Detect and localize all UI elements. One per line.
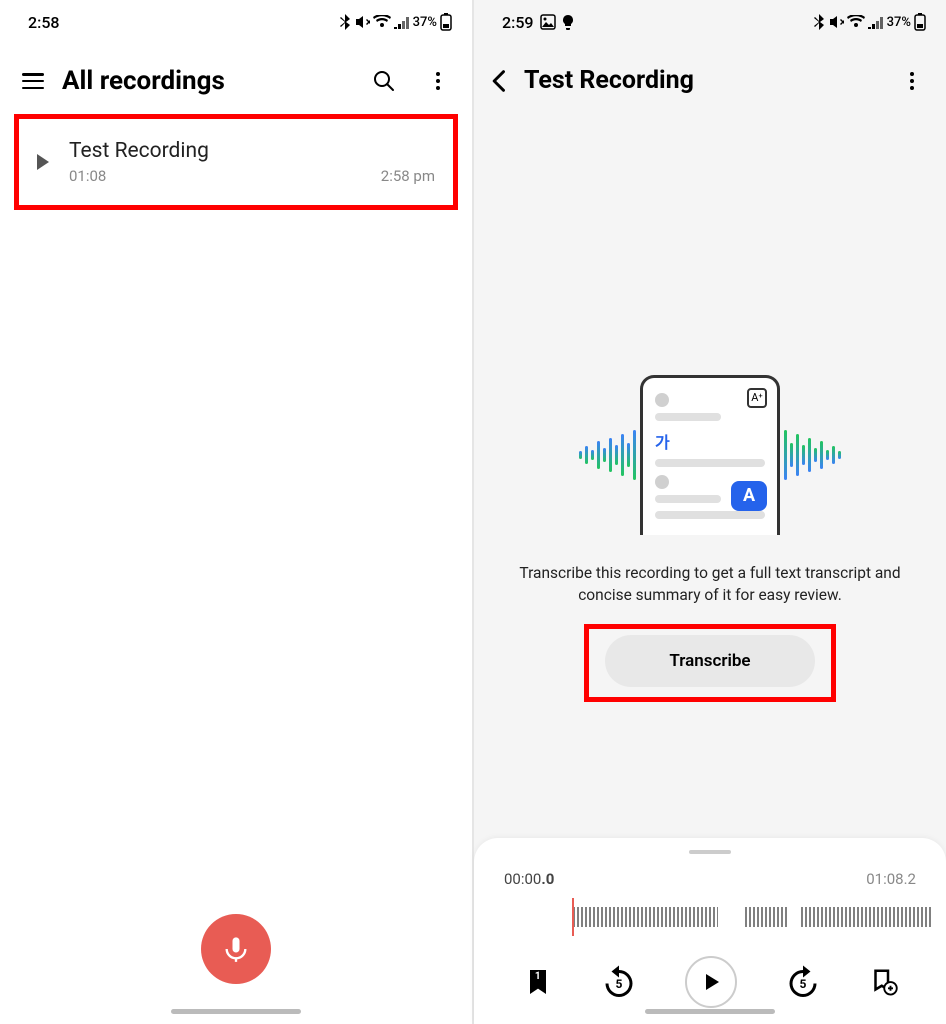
wifi-icon — [373, 15, 391, 29]
transcribe-button[interactable]: Transcribe — [605, 635, 814, 687]
status-icons: 37% — [813, 13, 926, 31]
player-times: 00:00.0 01:08.2 — [474, 870, 946, 888]
highlight-recording-row: Test Recording 01:08 2:58 pm — [14, 114, 458, 210]
bluetooth-icon — [813, 14, 825, 30]
play-icon — [701, 972, 721, 992]
soundwave-left-icon — [579, 430, 636, 480]
wifi-icon — [847, 15, 865, 29]
recording-list-item[interactable]: Test Recording 01:08 2:58 pm — [19, 119, 453, 205]
signal-icon — [868, 15, 884, 29]
translate-badge-icon: A⁺ — [747, 388, 767, 408]
bluetooth-icon — [339, 14, 351, 30]
recording-title: Test Recording — [69, 139, 435, 163]
recording-duration: 01:08 — [69, 167, 106, 185]
status-time: 2:59 — [502, 13, 534, 32]
mic-icon — [222, 935, 250, 963]
more-icon[interactable] — [900, 69, 924, 93]
hangul-letter: 가 — [655, 429, 670, 453]
search-icon[interactable] — [372, 69, 396, 93]
signal-icon — [394, 15, 410, 29]
status-bar: 2:58 37% — [0, 0, 472, 36]
more-icon[interactable] — [426, 69, 450, 93]
status-time: 2:58 — [28, 13, 60, 32]
back-icon[interactable] — [486, 67, 514, 95]
soundwave-right-icon — [784, 430, 841, 480]
document-icon: A⁺ 가 A — [640, 375, 780, 535]
phone-right-detail: 2:59 37% Test Recording A⁺ — [474, 0, 946, 1024]
waveform-scrubber[interactable] — [488, 900, 932, 934]
highlight-transcribe: Transcribe — [584, 624, 835, 702]
battery-icon — [914, 13, 926, 31]
nav-pill[interactable] — [171, 1009, 301, 1014]
record-button[interactable] — [201, 914, 271, 984]
add-bookmark-button[interactable] — [868, 967, 898, 997]
play-icon[interactable] — [29, 149, 55, 175]
recording-info: Test Recording 01:08 2:58 pm — [69, 139, 435, 185]
transcribe-illustration: A⁺ 가 A — [579, 375, 841, 535]
menu-icon[interactable] — [22, 73, 44, 89]
rewind-5-button[interactable]: 5 — [601, 964, 637, 1000]
mute-icon — [354, 14, 370, 30]
total-time: 01:08.2 — [866, 870, 916, 888]
record-fab-area — [0, 914, 472, 984]
bookmark-count: 1 — [531, 970, 545, 984]
nav-pill[interactable] — [645, 1009, 775, 1014]
list-header: All recordings — [0, 36, 472, 114]
svg-text:5: 5 — [616, 977, 623, 991]
page-title: All recordings — [62, 66, 354, 96]
current-time: 00:00.0 — [504, 870, 554, 888]
mute-icon — [828, 14, 844, 30]
play-button[interactable] — [685, 956, 737, 1008]
player-controls: 1 5 5 — [474, 950, 946, 1008]
sheet-grabber[interactable] — [689, 850, 731, 854]
transcribe-description: Transcribe this recording to get a full … — [504, 563, 916, 606]
bookmark-button[interactable]: 1 — [522, 966, 554, 998]
battery-icon — [440, 13, 452, 31]
status-icons: 37% — [339, 13, 452, 31]
playhead — [572, 898, 574, 936]
status-bar: 2:59 37% — [474, 0, 946, 36]
detail-title: Test Recording — [524, 66, 890, 95]
image-notif-icon — [540, 14, 556, 30]
recording-time: 2:58 pm — [381, 167, 435, 185]
battery-pct: 37% — [413, 15, 437, 30]
battery-pct: 37% — [887, 15, 911, 30]
bulb-notif-icon — [562, 14, 574, 30]
svg-text:5: 5 — [799, 977, 806, 991]
player-sheet: 00:00.0 01:08.2 1 5 5 — [474, 838, 946, 1024]
phone-left-list: 2:58 37% All recordings Test Recording 0… — [0, 0, 472, 1024]
detail-header: Test Recording — [474, 36, 946, 113]
forward-5-button[interactable]: 5 — [785, 964, 821, 1000]
letter-bubble-icon: A — [731, 481, 767, 511]
